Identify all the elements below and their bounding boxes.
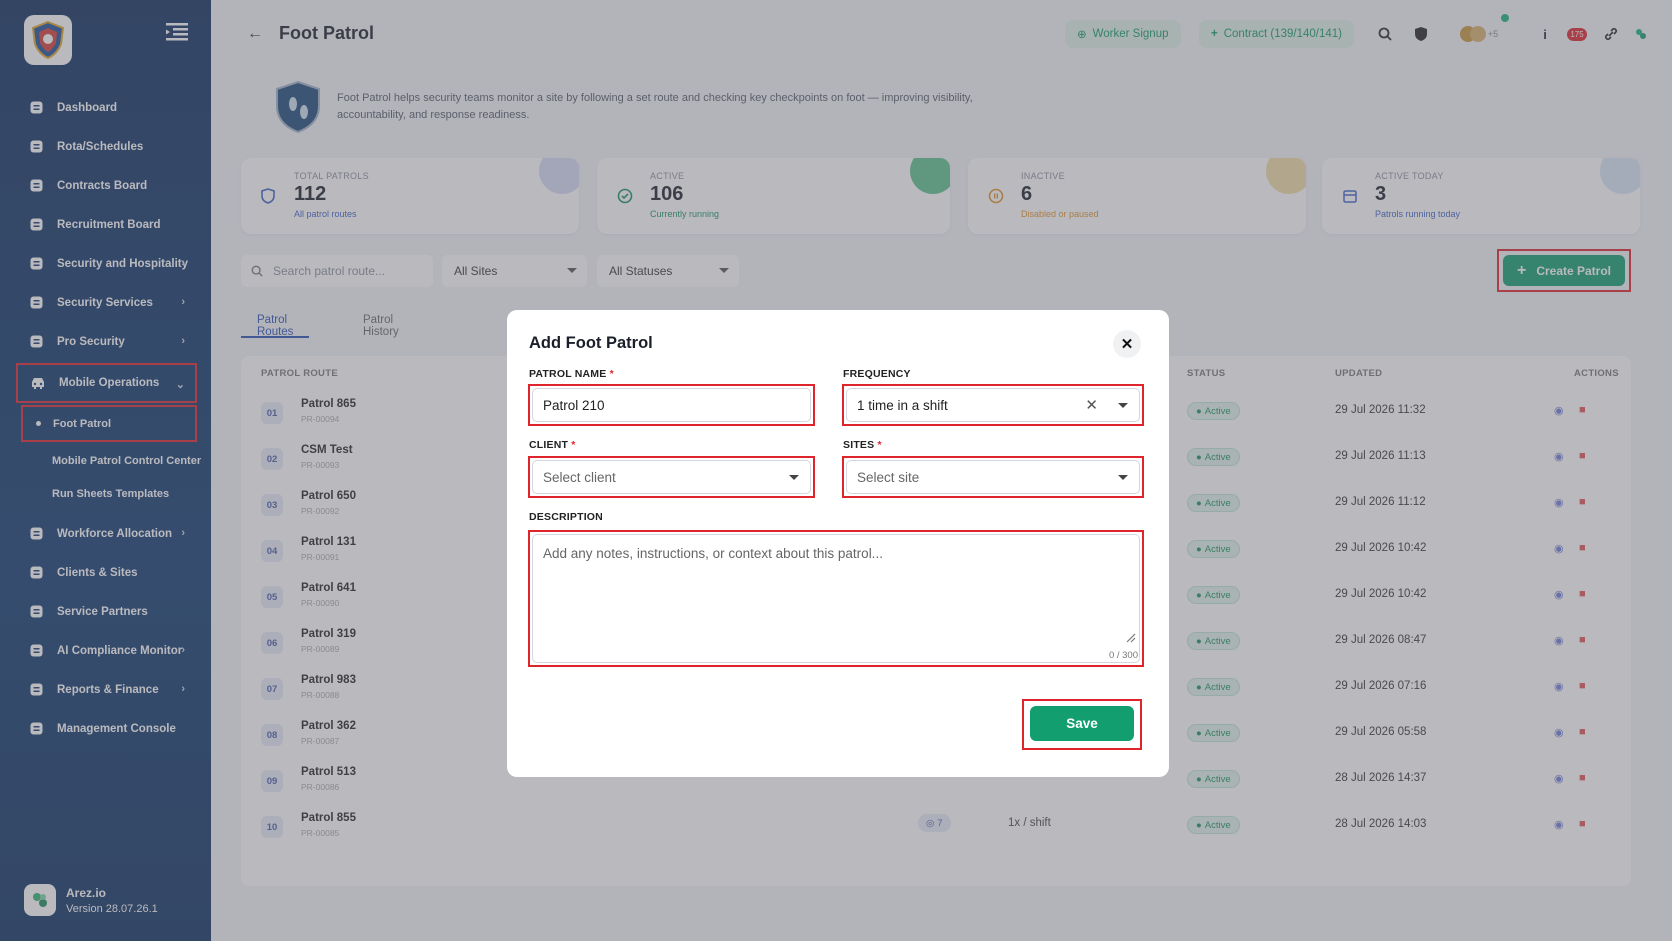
add-foot-patrol-modal: Add Foot Patrol ✕ PATROL NAME * Patrol 2… bbox=[507, 310, 1169, 777]
char-count: 0 / 300 bbox=[1108, 650, 1138, 661]
resize-grip-icon[interactable] bbox=[1126, 633, 1136, 643]
sites-select[interactable]: Select site bbox=[842, 456, 1144, 498]
clear-icon[interactable]: ✕ bbox=[1085, 396, 1098, 414]
frequency-label: FREQUENCY bbox=[843, 368, 911, 380]
patrol-name-value: Patrol 210 bbox=[543, 397, 605, 413]
patrol-name-input[interactable]: Patrol 210 bbox=[528, 384, 815, 426]
caret-down-icon bbox=[789, 475, 799, 480]
caret-down-icon bbox=[1118, 475, 1128, 480]
sites-placeholder: Select site bbox=[857, 469, 920, 485]
description-label: DESCRIPTION bbox=[529, 511, 603, 523]
modal-title: Add Foot Patrol bbox=[529, 334, 653, 352]
client-placeholder: Select client bbox=[543, 469, 616, 485]
sites-label: SITES * bbox=[843, 439, 882, 451]
description-placeholder: Add any notes, instructions, or context … bbox=[543, 546, 883, 561]
close-icon[interactable]: ✕ bbox=[1113, 330, 1141, 358]
frequency-value: 1 time in a shift bbox=[857, 397, 948, 413]
patrol-name-label: PATROL NAME * bbox=[529, 368, 614, 380]
save-highlight: Save bbox=[1022, 699, 1142, 750]
client-select[interactable]: Select client bbox=[528, 456, 815, 498]
caret-down-icon bbox=[1118, 403, 1128, 408]
client-label: CLIENT * bbox=[529, 439, 576, 451]
description-textarea[interactable]: Add any notes, instructions, or context … bbox=[528, 530, 1144, 667]
frequency-select[interactable]: 1 time in a shift ✕ bbox=[842, 384, 1144, 426]
save-button[interactable]: Save bbox=[1030, 706, 1134, 741]
